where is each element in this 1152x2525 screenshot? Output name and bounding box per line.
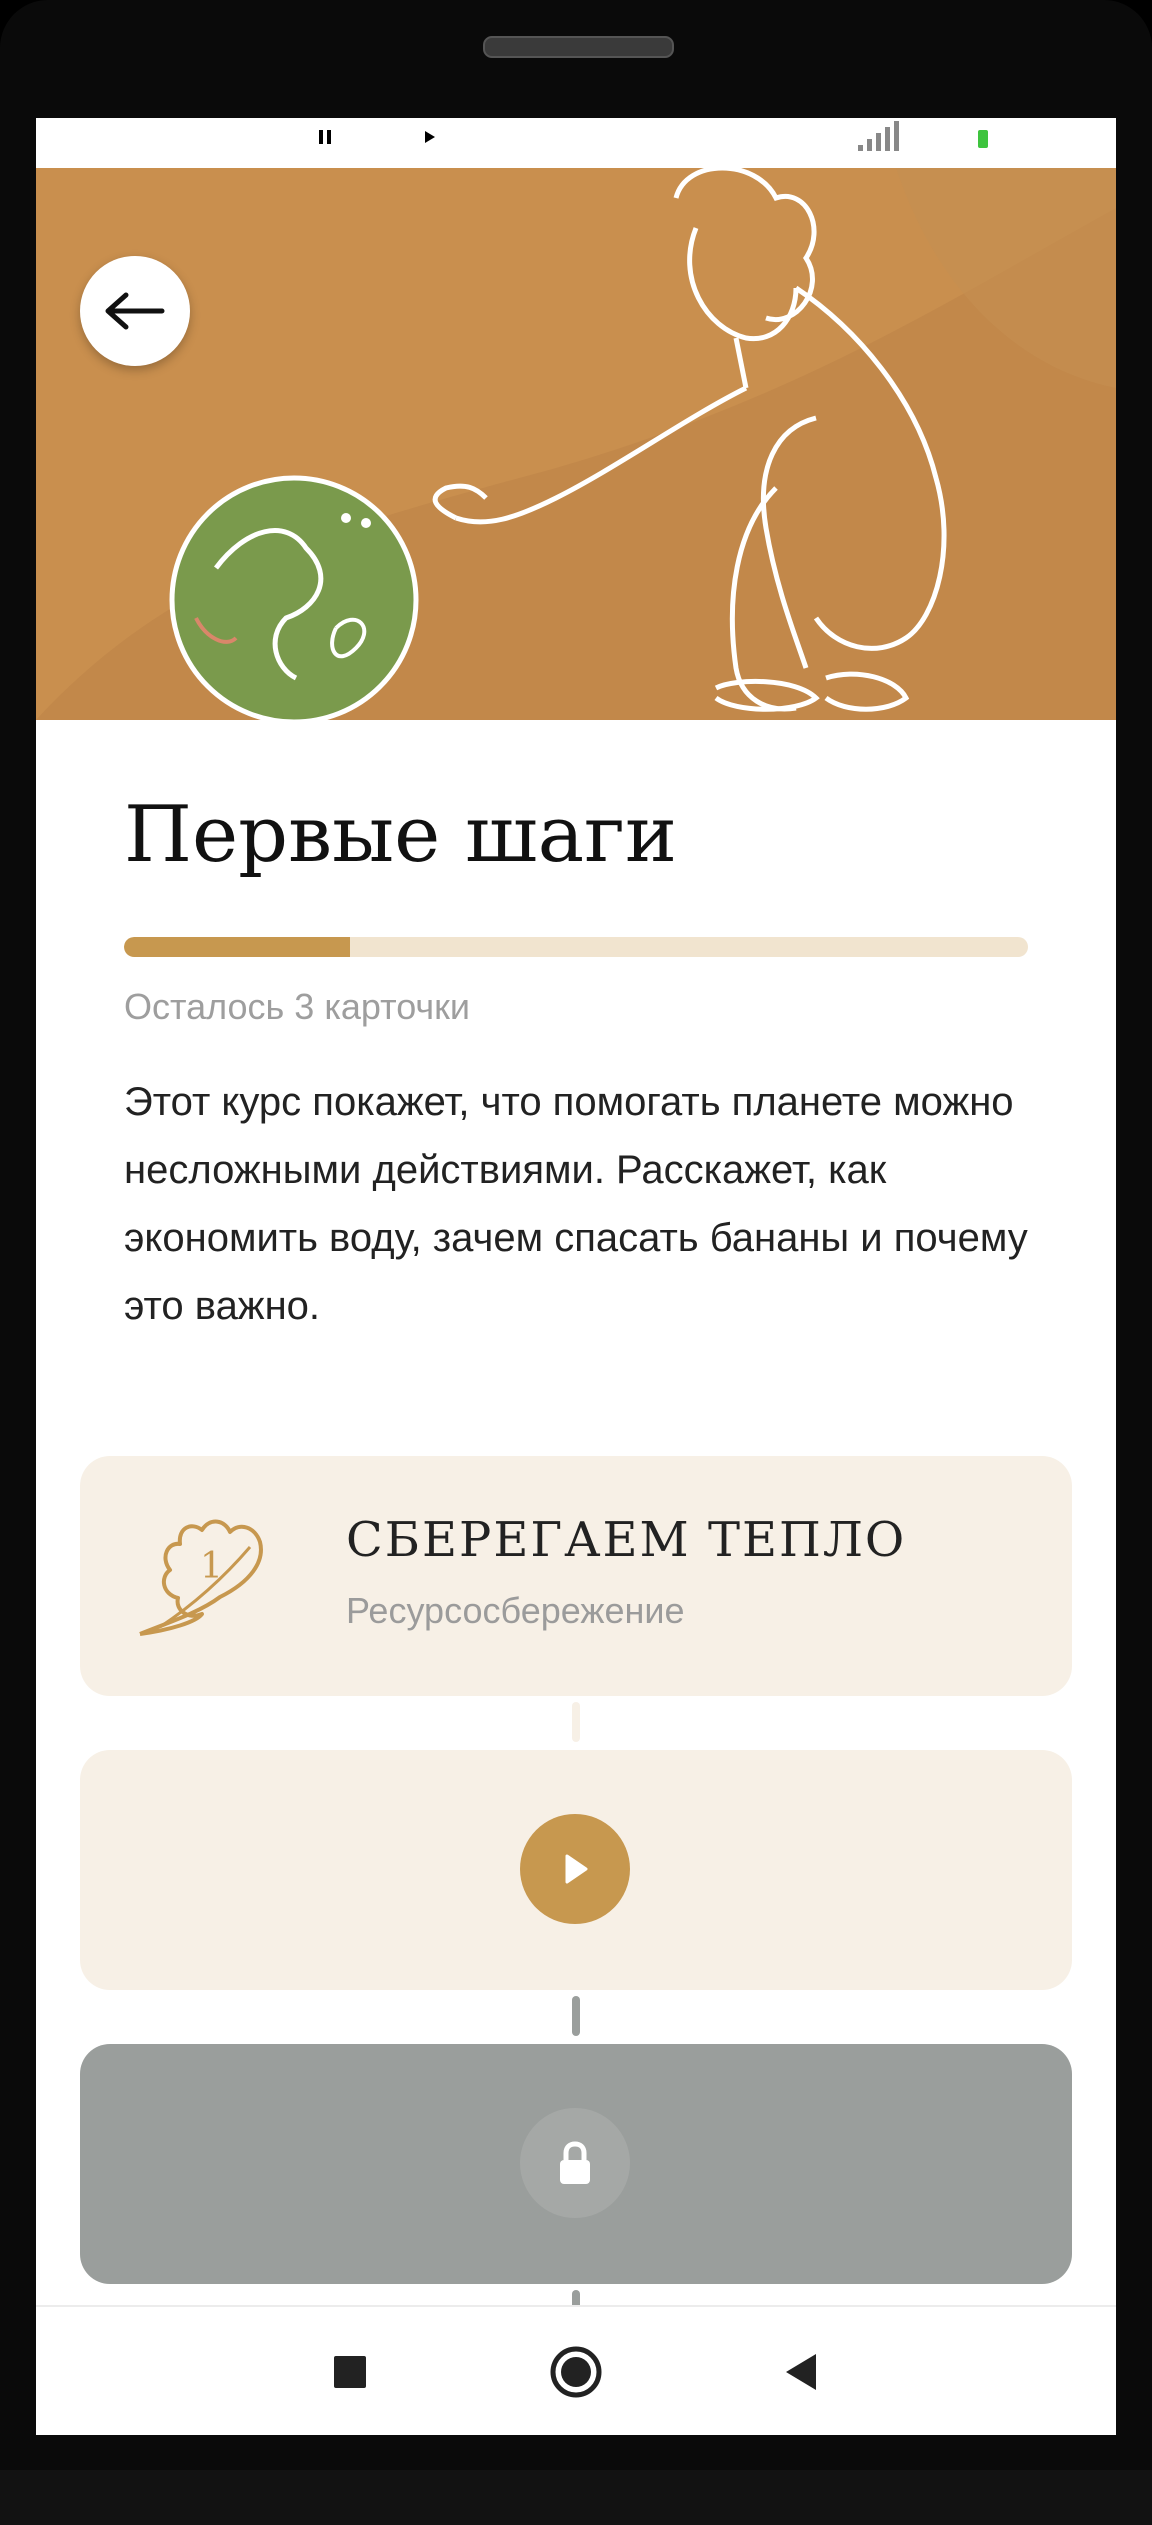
lock-icon	[560, 2141, 590, 2184]
lesson-card-3-locked	[80, 2044, 1072, 2284]
play-icon	[565, 1854, 588, 1884]
battery-level: 38	[992, 127, 1015, 149]
globe-icon	[169, 475, 419, 720]
lesson-card-category: Ресурсосбережение	[346, 1590, 685, 1631]
card-number-badge: 1	[200, 1546, 223, 1587]
home-circle-icon	[550, 2346, 602, 2398]
mute-icon	[204, 120, 242, 158]
recents-button[interactable]	[315, 2337, 385, 2407]
hero-artwork	[36, 168, 1116, 720]
home-button[interactable]	[541, 2337, 611, 2407]
arrow-left-icon	[105, 292, 165, 330]
hero-illustration	[36, 168, 1116, 720]
youtube-icon	[410, 122, 448, 156]
phone-speaker	[483, 36, 674, 58]
charging-icon	[1052, 121, 1072, 157]
lesson-card-1[interactable]: 1 СБЕРЕГАЕМ ТЕПЛО Ресурсосбережение	[80, 1456, 1072, 1696]
signal-icon	[856, 121, 900, 157]
play-button[interactable]	[520, 1814, 630, 1924]
phone-bottom-bezel	[0, 2470, 1152, 2525]
telegram-icon	[358, 120, 394, 158]
card-connector	[572, 1996, 580, 2036]
recents-square-icon	[334, 2356, 366, 2388]
status-right-icons: 38	[856, 120, 1072, 158]
back-triangle-icon	[786, 2354, 816, 2390]
card-connector	[572, 1702, 580, 1742]
back-button[interactable]	[80, 256, 190, 366]
course-progress-bar	[124, 937, 1028, 957]
system-back-button[interactable]	[767, 2337, 837, 2407]
course-title: Первые шаги	[124, 790, 677, 880]
wifi-icon	[914, 120, 958, 158]
lesson-card-2[interactable]	[80, 1750, 1072, 1990]
status-left-icons	[204, 120, 484, 158]
lock-badge	[520, 2108, 630, 2218]
system-nav-bar	[36, 2305, 1116, 2435]
course-description: Этот курс покажет, что помогать планете …	[124, 1080, 1028, 1328]
battery-icon: 38	[972, 123, 1038, 155]
alarm-icon	[258, 120, 292, 158]
pause-icon	[308, 120, 342, 158]
cards-remaining-label: Осталось 3 карточки	[124, 986, 471, 1027]
dot-icon	[464, 127, 484, 151]
lesson-card-title: СБЕРЕГАЕМ ТЕПЛО	[346, 1512, 907, 1568]
course-progress-fill	[124, 937, 350, 957]
leaf-icon: 1	[130, 1512, 290, 1642]
status-time: 19:35	[65, 120, 147, 156]
